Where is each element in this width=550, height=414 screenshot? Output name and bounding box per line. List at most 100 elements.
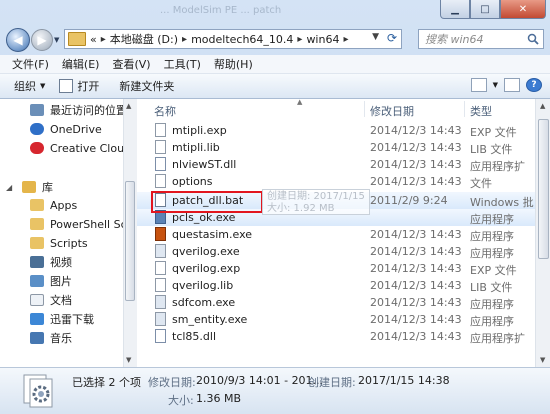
menu-file[interactable]: 文件(F)	[12, 56, 49, 72]
exe-file-icon	[155, 312, 166, 326]
back-button[interactable]: ◀	[6, 28, 30, 52]
file-name: sm_entity.exe	[172, 313, 248, 326]
column-date-header[interactable]: 修改日期	[370, 103, 414, 119]
recent-pages-dropdown-icon[interactable]: ▼	[54, 36, 59, 44]
file-row[interactable]: tcl85.dll 2014/12/3 14:43 应用程序扩	[137, 328, 535, 345]
menu-edit[interactable]: 编辑(E)	[62, 56, 100, 72]
file-row[interactable]: questasim.exe 2014/12/3 14:43 应用程序	[137, 226, 535, 243]
file-type: 应用程序	[470, 230, 514, 243]
address-bar[interactable]: « ▸ 本地磁盘 (D:) ▸ modeltech64_10.4 ▸ win64…	[64, 29, 402, 49]
expand-library-icon[interactable]: ◢	[6, 183, 12, 192]
file-row[interactable]: mtipli.exp 2014/12/3 14:43 EXP 文件	[137, 122, 535, 139]
file-date: 2011/2/9 9:24	[370, 194, 448, 207]
nav-item-library[interactable]: 库	[22, 178, 53, 196]
new-folder-label: 新建文件夹	[119, 80, 175, 93]
nav-item-videos[interactable]: 视频	[30, 253, 72, 271]
address-overflow[interactable]: «	[90, 33, 97, 46]
change-view-icon[interactable]	[470, 78, 487, 92]
menu-tools[interactable]: 工具(T)	[164, 56, 201, 72]
minimize-button[interactable]: ▁	[440, 0, 470, 19]
address-segment-modeltech[interactable]: modeltech64_10.4	[191, 33, 293, 46]
file-date: 2014/12/3 14:43	[370, 330, 462, 343]
file-row[interactable]: mtipli.lib 2014/12/3 14:43 LIB 文件	[137, 139, 535, 156]
scroll-down-icon[interactable]: ▼	[126, 356, 131, 364]
file-icon	[155, 174, 166, 188]
menu-view[interactable]: 查看(V)	[112, 56, 150, 72]
maximize-button[interactable]: □	[470, 0, 500, 19]
file-tooltip: 创建日期: 2017/1/15 14:38 大小: 1.92 MB	[262, 189, 370, 215]
nav-item-label: 图片	[50, 275, 72, 288]
address-segment-win64[interactable]: win64	[306, 33, 339, 46]
column-divider[interactable]	[364, 101, 365, 117]
menu-help[interactable]: 帮助(H)	[214, 56, 253, 72]
nav-item-documents[interactable]: 文档	[30, 291, 72, 309]
file-row[interactable]: nlviewST.dll 2014/12/3 14:43 应用程序扩	[137, 156, 535, 173]
scrollbar-thumb[interactable]	[125, 181, 135, 301]
folder-icon	[30, 218, 44, 230]
nav-item-label: 文档	[50, 294, 72, 307]
address-separator[interactable]: ▸	[343, 34, 348, 45]
nav-item-xunlei[interactable]: 迅雷下载	[30, 310, 94, 328]
questasim-app-icon	[155, 227, 166, 241]
nav-pane-scrollbar[interactable]: ▲ ▼	[123, 99, 137, 367]
nav-item-label: 音乐	[50, 332, 72, 345]
new-folder-button[interactable]: 新建文件夹	[119, 78, 174, 94]
file-type: 应用程序扩	[470, 332, 525, 345]
scroll-up-icon[interactable]: ▲	[540, 102, 545, 110]
scrollbar-thumb[interactable]	[538, 119, 549, 259]
nav-item-apps[interactable]: Apps	[30, 196, 77, 214]
nav-item-onedrive[interactable]: OneDrive	[30, 120, 102, 138]
open-button[interactable]: 打开	[59, 78, 99, 94]
address-separator[interactable]: ▸	[182, 34, 187, 45]
forward-arrow-icon: ▶	[37, 33, 47, 47]
file-type: LIB 文件	[470, 281, 513, 294]
nav-item-music[interactable]: 音乐	[30, 329, 72, 347]
column-name-header[interactable]: 名称	[154, 103, 176, 119]
scroll-up-icon[interactable]: ▲	[126, 102, 131, 110]
help-icon[interactable]: ?	[526, 78, 542, 92]
file-date: 2014/12/3 14:43	[370, 313, 462, 326]
close-button[interactable]: ✕	[500, 0, 546, 19]
nav-item-creative-cloud[interactable]: Creative Cloud	[30, 139, 131, 157]
file-list-scrollbar[interactable]: ▲ ▼	[535, 99, 550, 367]
file-type: 应用程序	[470, 247, 514, 260]
column-type-header[interactable]: 类型	[470, 103, 492, 119]
nav-item-pictures[interactable]: 图片	[30, 272, 72, 290]
address-segment-drive[interactable]: 本地磁盘 (D:)	[110, 31, 178, 47]
organize-button[interactable]: 组织 ▼	[14, 78, 45, 94]
file-list: ▲ 名称 修改日期 类型 mtipli.exp 2014/12/3 14:43 …	[137, 99, 535, 367]
address-dropdown-icon[interactable]: ▼	[372, 32, 379, 42]
address-separator[interactable]: ▸	[297, 34, 302, 45]
search-icon[interactable]	[526, 32, 540, 46]
file-row[interactable]: sm_entity.exe 2014/12/3 14:43 应用程序	[137, 311, 535, 328]
view-dropdown-icon[interactable]: ▼	[493, 81, 498, 89]
search-box[interactable]: 搜索 win64	[418, 29, 544, 49]
nav-item-powershell[interactable]: PowerShell Scri	[30, 215, 134, 233]
created-date-label: 创建日期:	[308, 376, 356, 389]
open-icon	[59, 79, 74, 93]
nav-item-scripts[interactable]: Scripts	[30, 234, 88, 252]
refresh-icon[interactable]: ⟳	[387, 31, 397, 45]
file-row[interactable]: options 2014/12/3 14:43 文件	[137, 173, 535, 190]
details-pane: 已选择 2 个项 修改日期: 2010/9/3 14:01 - 201... 创…	[0, 367, 550, 414]
nav-item-label: Apps	[50, 198, 78, 212]
file-type: 应用程序	[470, 213, 514, 226]
file-date: 2014/12/3 14:43	[370, 141, 462, 154]
file-row[interactable]: sdfcom.exe 2014/12/3 14:43 应用程序	[137, 294, 535, 311]
preview-pane-icon[interactable]	[504, 78, 520, 92]
file-date: 2014/12/3 14:43	[370, 279, 462, 292]
multiple-files-gear-icon	[23, 374, 53, 408]
file-row[interactable]: qverilog.exe 2014/12/3 14:43 应用程序	[137, 243, 535, 260]
column-divider[interactable]	[464, 101, 465, 117]
view-controls: ▼ ?	[470, 78, 542, 92]
file-type: EXP 文件	[470, 126, 517, 139]
file-row[interactable]: qverilog.lib 2014/12/3 14:43 LIB 文件	[137, 277, 535, 294]
file-type: EXP 文件	[470, 264, 517, 277]
recent-places-icon	[30, 104, 44, 116]
address-separator[interactable]: ▸	[101, 34, 106, 45]
search-placeholder[interactable]: 搜索 win64	[425, 31, 526, 47]
nav-item-recent[interactable]: 最近访问的位置	[30, 101, 127, 119]
scroll-down-icon[interactable]: ▼	[540, 356, 545, 364]
forward-button[interactable]: ▶	[31, 29, 53, 51]
file-row[interactable]: qverilog.exp 2014/12/3 14:43 EXP 文件	[137, 260, 535, 277]
